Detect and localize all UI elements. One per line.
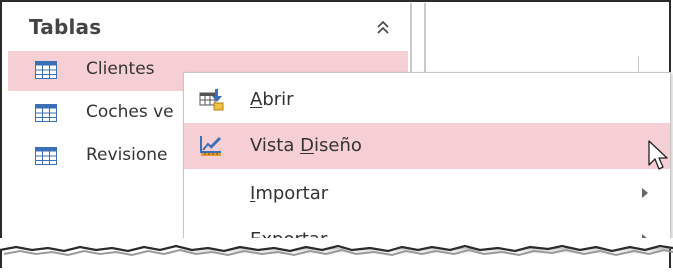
nav-item-label: Coches ve — [86, 102, 174, 122]
menu-item-abrir[interactable]: Abrir — [184, 77, 670, 123]
nav-item-label: Revisione — [86, 145, 168, 165]
menu-item-label: Vista Diseño — [250, 135, 362, 156]
nav-group-header[interactable]: Tablas — [4, 3, 408, 51]
menu-item-label: Abrir — [250, 89, 294, 110]
collapse-chevron-up-icon[interactable] — [374, 19, 392, 37]
table-icon — [35, 104, 57, 122]
nav-group-title: Tablas — [29, 15, 102, 39]
menu-item-importar[interactable]: Importar — [184, 171, 670, 217]
table-icon — [35, 147, 57, 165]
mouse-pointer-icon — [648, 140, 668, 170]
submenu-arrow-icon — [642, 188, 648, 198]
menu-item-label: Importar — [250, 183, 329, 204]
context-menu: Abrir Vista Diseño Importar Exportar — [183, 72, 671, 250]
design-view-icon — [200, 136, 222, 156]
open-table-icon — [199, 89, 224, 111]
table-icon — [35, 61, 57, 79]
nav-item-label: Clientes — [86, 59, 155, 79]
torn-edge — [0, 238, 673, 257]
menu-item-vista-diseno[interactable]: Vista Diseño — [184, 123, 670, 169]
